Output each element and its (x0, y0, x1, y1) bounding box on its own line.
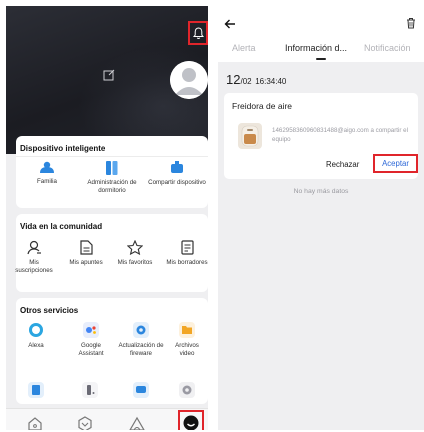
alexa-icon (29, 323, 43, 337)
notification-bell-button[interactable] (188, 21, 208, 45)
message-body: 1462958360960831488@aigo.com a compartir… (272, 127, 408, 143)
smart-device-card: Dispositivo inteligente Familia Administ… (16, 136, 208, 208)
share-invitation-card: Freidora de aire 1462958360960831488@aig… (224, 93, 418, 179)
faq-icon[interactable] (28, 382, 44, 398)
profile-screen: Dispositivo inteligente Familia Administ… (6, 6, 208, 430)
subscriptions-item[interactable]: Mis suscripciones (12, 240, 56, 274)
edit-icon[interactable] (103, 69, 115, 81)
settings-icon[interactable] (179, 382, 195, 398)
family-item[interactable]: Familia (18, 161, 76, 186)
top-bar: Alerta Información d... Notificación (218, 6, 424, 62)
tab-alert[interactable]: Alerta (232, 43, 256, 53)
firmware-update-icon (133, 322, 149, 338)
community-tab-icon[interactable] (128, 415, 146, 430)
air-fryer-icon (238, 123, 262, 149)
video-files-item[interactable]: Archivos video (168, 322, 206, 357)
tab-information[interactable]: Información d... (285, 43, 347, 53)
community-card: Vida en la comunidad Mis suscripciones M… (15, 214, 208, 292)
divider (16, 156, 208, 157)
subscriptions-label: Mis suscripciones (15, 259, 53, 274)
notes-icon (79, 240, 93, 255)
favorites-item[interactable]: Mis favoritos (110, 240, 160, 267)
sms-icon[interactable] (133, 382, 149, 398)
device-icon[interactable] (82, 382, 98, 398)
drafts-label: Mis borradores (166, 259, 208, 266)
active-tab-indicator (316, 58, 326, 60)
bell-icon (192, 26, 204, 39)
alexa-item[interactable]: Alexa (18, 322, 54, 350)
video-files-label: Archivos video (175, 342, 199, 357)
favorites-label: Mis favoritos (117, 259, 153, 266)
tab-notification[interactable]: Notificación (364, 43, 411, 53)
smart-tab-icon[interactable] (76, 415, 94, 430)
no-more-data-text: No hay más datos (293, 188, 349, 195)
accept-label: Aceptar (382, 159, 409, 168)
me-tab-button[interactable] (178, 410, 204, 430)
home-tab-icon[interactable] (26, 415, 44, 430)
avatar[interactable] (170, 61, 208, 99)
messages-screen: Alerta Información d... Notificación 12/… (218, 6, 424, 430)
me-tab-icon (183, 415, 199, 430)
trash-icon[interactable] (406, 17, 416, 29)
share-device-label: Compartir dispositivo (148, 179, 206, 186)
community-title: Vida en la comunidad (20, 222, 103, 231)
message-title: Freidora de aire (232, 101, 293, 111)
share-device-item[interactable]: Compartir dispositivo (148, 161, 206, 187)
family-label: Familia (37, 178, 57, 185)
date-month: /02 (240, 77, 252, 86)
subscriptions-icon (26, 240, 41, 255)
notes-label: Mis apuntes (69, 259, 103, 266)
drafts-icon (180, 240, 194, 255)
smart-device-title: Dispositivo inteligente (20, 144, 106, 153)
other-services-card: Otros servicios Alexa Google Assistant A… (16, 298, 208, 404)
date-time: 16:34:40 (255, 77, 287, 86)
google-assistant-icon (83, 322, 99, 338)
notes-item[interactable]: Mis apuntes (62, 240, 110, 267)
star-icon (127, 240, 143, 255)
share-device-icon (171, 161, 183, 173)
drafts-item[interactable]: Mis borradores (164, 240, 208, 267)
back-arrow-icon[interactable] (224, 18, 236, 30)
accept-button[interactable]: Aceptar (373, 154, 418, 173)
message-date: 12/02 16:34:40 (226, 72, 286, 87)
reject-button[interactable]: Rechazar (326, 160, 359, 169)
alexa-label: Alexa (28, 342, 44, 349)
video-files-icon (179, 322, 195, 338)
date-day: 12 (226, 72, 241, 87)
google-assistant-label: Google Assistant (78, 342, 104, 357)
google-assistant-item[interactable]: Google Assistant (70, 322, 112, 357)
room-management-item[interactable]: Administración de dormitorio (78, 161, 146, 194)
firmware-update-item[interactable]: Actualización de fireware (116, 322, 166, 357)
firmware-update-label: Actualización de fireware (118, 342, 164, 357)
avatar-icon (170, 61, 208, 99)
room-management-icon (106, 161, 118, 175)
room-management-label: Administración de dormitorio (87, 179, 137, 194)
family-icon (40, 161, 54, 173)
other-services-title: Otros servicios (20, 306, 79, 315)
